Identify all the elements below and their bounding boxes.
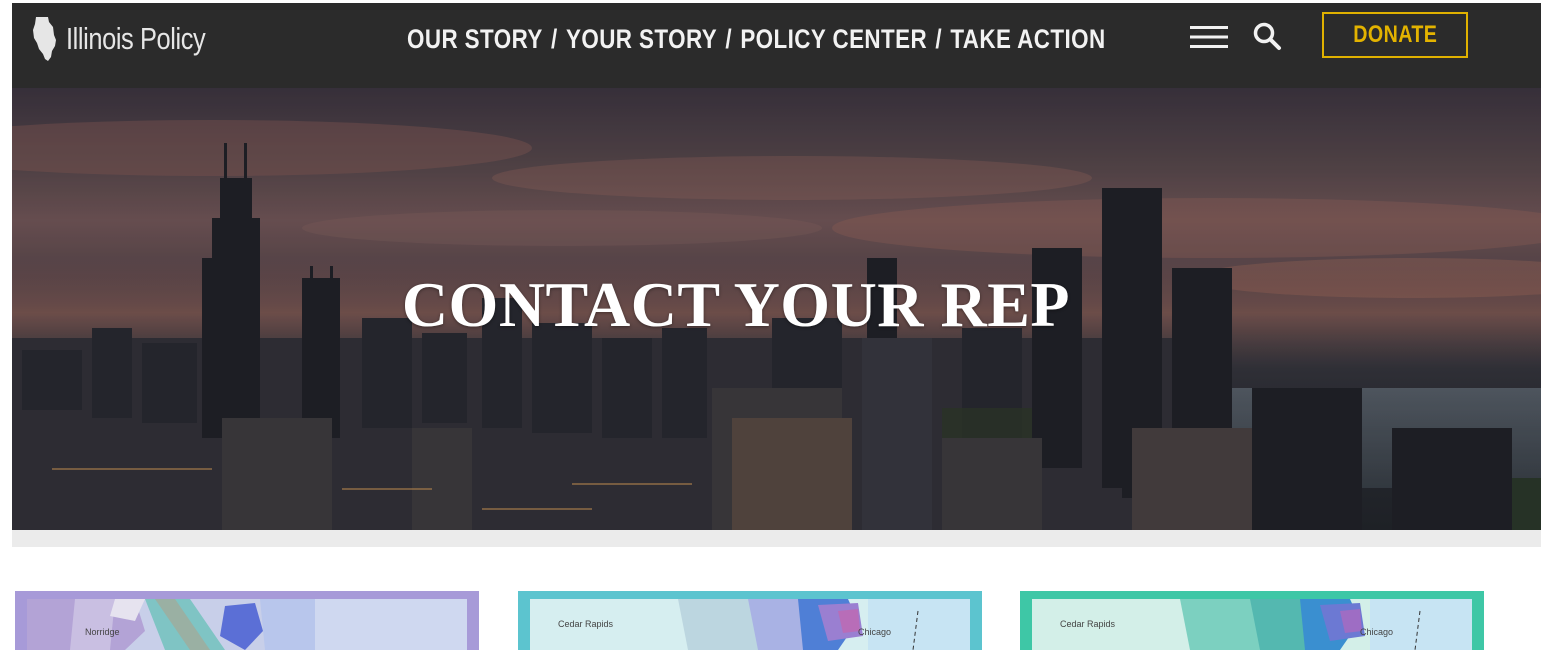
district-map-card[interactable]: Cedar Rapids Chicago: [1020, 591, 1484, 650]
district-map-card[interactable]: Norridge: [15, 591, 479, 650]
main-nav: OUR STORY / YOUR STORY / POLICY CENTER /…: [407, 21, 1106, 57]
search-icon[interactable]: [1252, 21, 1282, 51]
district-map-card[interactable]: Cedar Rapids Chicago: [518, 591, 982, 650]
nav-your-story[interactable]: YOUR STORY: [566, 24, 717, 55]
donate-label: DONATE: [1352, 21, 1438, 48]
map-label: Chicago: [1360, 627, 1394, 637]
nav-separator: /: [551, 23, 558, 54]
hamburger-icon[interactable]: [1190, 23, 1228, 51]
nav-take-action[interactable]: TAKE ACTION: [950, 24, 1105, 55]
page-title: CONTACT YOUR REP: [401, 269, 1070, 340]
nav-our-story[interactable]: OUR STORY: [407, 24, 543, 55]
divider-band: [12, 530, 1541, 547]
site-logo[interactable]: Illinois Policy: [32, 15, 236, 63]
nav-separator: /: [935, 23, 943, 54]
nav-separator: /: [725, 23, 733, 54]
map-label: Cedar Rapids: [1060, 619, 1116, 629]
map-label: Norridge: [85, 627, 120, 637]
map-label: Chicago: [858, 627, 892, 637]
donate-button[interactable]: DONATE: [1322, 12, 1468, 58]
district-map-image: [15, 591, 479, 650]
site-header: Illinois Policy OUR STORY / YOUR STORY /…: [12, 3, 1541, 88]
logo-text: Illinois Policy: [66, 21, 206, 56]
map-label: Cedar Rapids: [558, 619, 614, 629]
nav-policy-center[interactable]: POLICY CENTER: [740, 24, 927, 55]
hero-banner: CONTACT YOUR REP: [12, 88, 1541, 530]
illinois-state-icon: [33, 17, 56, 61]
